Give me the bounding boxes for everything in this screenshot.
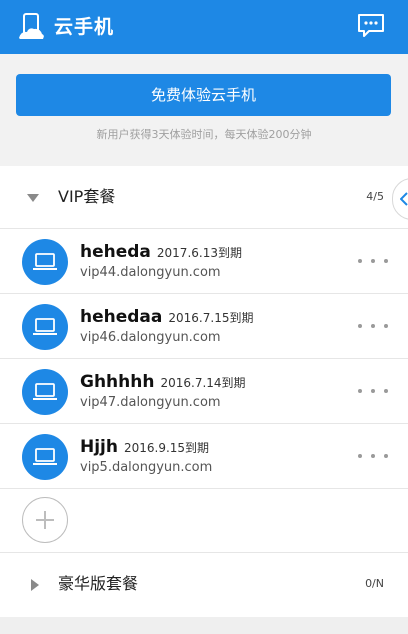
phone-cloud-icon: [16, 12, 46, 42]
more-dots-icon[interactable]: [358, 381, 388, 401]
device-name-text: heheda: [80, 242, 151, 262]
message-button[interactable]: [356, 12, 386, 40]
device-row[interactable]: heheda 2017.6.13到期 vip44.dalongyun.com: [0, 229, 408, 294]
app-title: 云手机: [54, 16, 115, 38]
device-avatar: [22, 369, 68, 415]
device-list-panel: VIP套餐 4/5 heheda 2017.6.13到期 vip44.dalong…: [0, 166, 408, 617]
group-label-luxury: 豪华版套餐: [58, 574, 139, 593]
bottom-strip: [0, 617, 408, 634]
add-device-button[interactable]: [22, 497, 68, 543]
more-dots-icon[interactable]: [358, 316, 388, 336]
device-expiry: 2016.7.14到期: [160, 376, 246, 390]
more-dots-icon[interactable]: [358, 446, 388, 466]
laptop-icon: [33, 318, 57, 335]
group-header-luxury[interactable]: 豪华版套餐 0/N: [0, 552, 408, 617]
device-host: vip46.dalongyun.com: [80, 330, 221, 345]
device-avatar: [22, 434, 68, 480]
group-count-luxury: 0/N: [365, 577, 384, 590]
group-label-vip: VIP套餐: [58, 187, 116, 206]
trial-note: 新用户获得3天体验时间，每天体验200分钟: [96, 128, 312, 141]
device-host: vip47.dalongyun.com: [80, 395, 221, 410]
chevron-left-icon: [400, 192, 408, 206]
device-name-text: Ghhhhh: [80, 372, 155, 392]
device-row[interactable]: Ghhhhh 2016.7.14到期 vip47.dalongyun.com: [0, 359, 408, 424]
device-expiry: 2016.9.15到期: [123, 441, 210, 455]
device-avatar: [22, 304, 68, 350]
device-host: vip44.dalongyun.com: [80, 265, 221, 280]
device-name: Ghhhhh 2016.7.14到期: [80, 371, 246, 394]
message-icon: [358, 14, 384, 37]
more-dots-icon[interactable]: [358, 251, 388, 271]
app-bar: 云手机: [0, 0, 408, 54]
device-name: heheda 2017.6.13到期: [80, 241, 242, 264]
device-name-text: hehedaa: [80, 307, 163, 327]
device-expiry: 2016.7.15到期: [168, 311, 254, 325]
expand-triangle-icon: [27, 194, 39, 202]
side-collapse-handle[interactable]: [392, 178, 408, 220]
device-name-text: Hjjh: [80, 437, 118, 457]
laptop-icon: [33, 448, 57, 465]
trial-section: 免费体验云手机 新用户获得3天体验时间，每天体验200分钟: [0, 54, 408, 166]
device-name: hehedaa 2016.7.15到期: [80, 306, 253, 329]
collapsed-triangle-icon: [31, 579, 39, 591]
device-host: vip5.dalongyun.com: [80, 460, 213, 475]
laptop-icon: [33, 253, 57, 270]
device-expiry: 2017.6.13到期: [156, 246, 242, 260]
device-row[interactable]: hehedaa 2016.7.15到期 vip46.dalongyun.com: [0, 294, 408, 359]
device-row[interactable]: Hjjh 2016.9.15到期 vip5.dalongyun.com: [0, 424, 408, 489]
device-name: Hjjh 2016.9.15到期: [80, 436, 209, 459]
device-avatar: [22, 239, 68, 285]
plus-icon: [36, 511, 54, 529]
group-count-vip: 4/5: [366, 190, 384, 203]
add-device-row: [0, 489, 408, 551]
group-header-vip[interactable]: VIP套餐 4/5: [0, 166, 408, 229]
free-trial-button[interactable]: 免费体验云手机: [16, 74, 391, 116]
laptop-icon: [33, 383, 57, 400]
